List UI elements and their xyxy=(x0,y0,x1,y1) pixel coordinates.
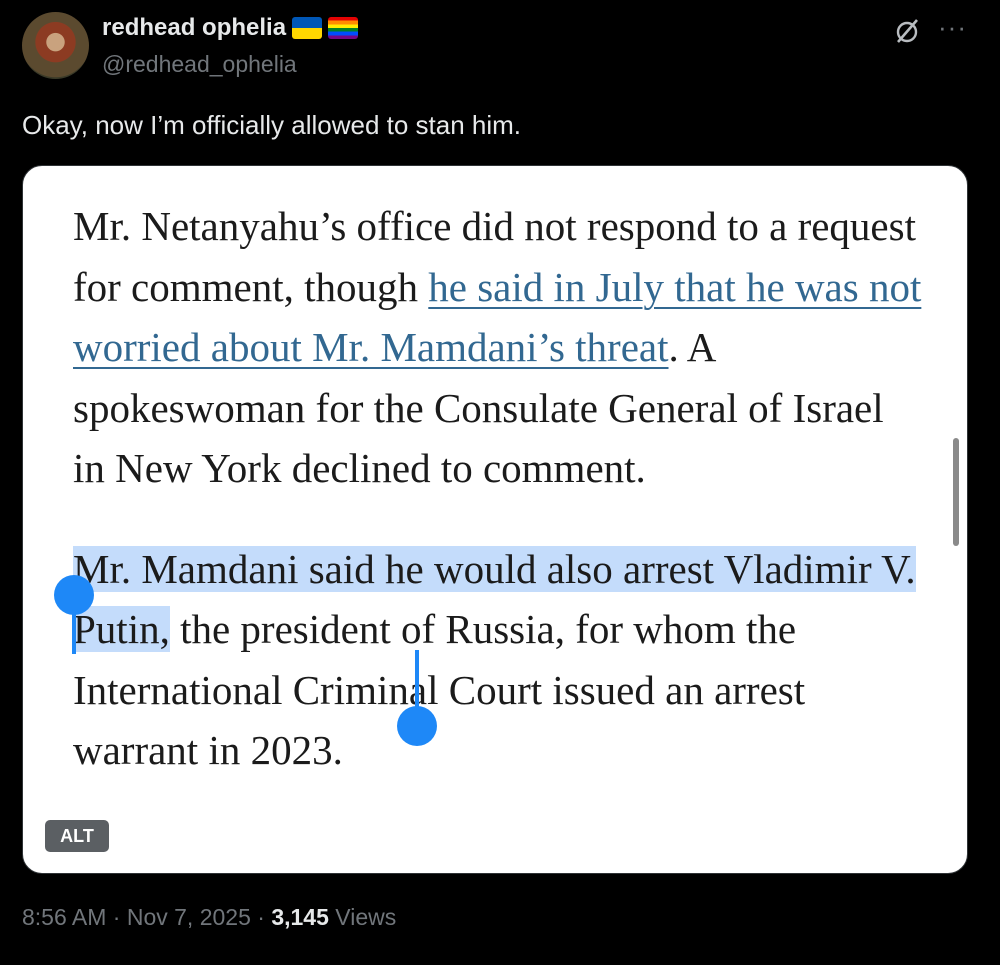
author-name-row[interactable]: redhead ophelia xyxy=(102,14,359,42)
rainbow-flag-icon xyxy=(328,17,359,39)
selection-start-handle xyxy=(54,575,94,615)
avatar[interactable] xyxy=(22,12,89,79)
author-display-name[interactable]: redhead ophelia xyxy=(102,14,286,42)
tweet-meta: 8:56 AM · Nov 7, 2025 · 3,145 Views xyxy=(22,904,397,930)
views-label: Views xyxy=(328,904,397,930)
article-paragraph-1: Mr. Netanyahu’s office did not respond t… xyxy=(73,203,922,491)
tweet-text: Okay, now I’m officially allowed to stan… xyxy=(22,110,522,140)
tweet-date[interactable]: Nov 7, 2025 xyxy=(127,904,251,930)
scrollbar xyxy=(953,438,959,546)
author-handle[interactable]: @redhead_ophelia xyxy=(102,51,297,78)
selection-end-caret xyxy=(415,650,419,712)
media-image[interactable]: Mr. Netanyahu’s office did not respond t… xyxy=(22,165,968,874)
article-paragraph-2: Mr. Mamdani said he would also arrest Vl… xyxy=(73,545,916,773)
views-count: 3,145 xyxy=(271,904,329,930)
grok-icon[interactable] xyxy=(893,17,921,45)
more-icon[interactable]: ··· xyxy=(938,12,967,43)
article-screenshot: Mr. Netanyahu’s office did not respond t… xyxy=(73,196,923,781)
alt-badge[interactable]: ALT xyxy=(45,820,109,852)
tweet-time[interactable]: 8:56 AM xyxy=(22,904,106,930)
ukraine-flag-icon xyxy=(292,17,323,39)
selection-end-handle xyxy=(397,706,437,746)
